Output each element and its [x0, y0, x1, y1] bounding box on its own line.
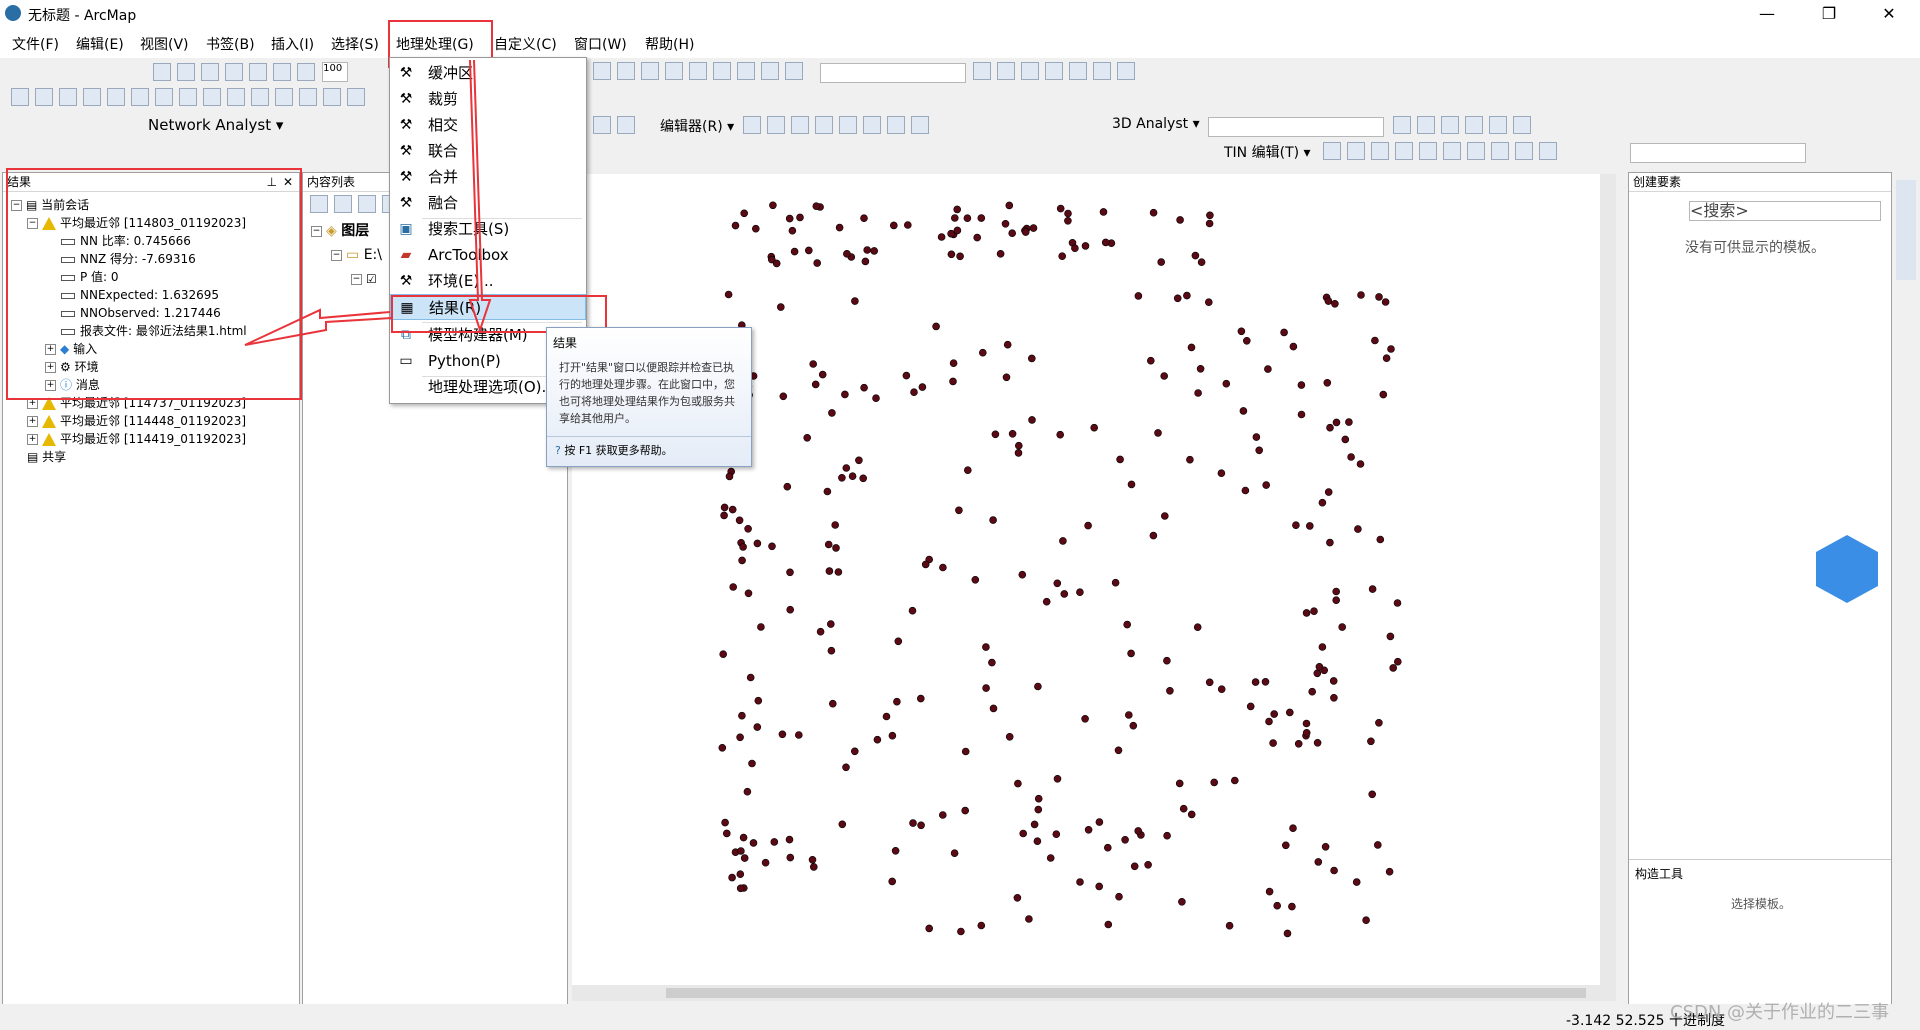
annotation-arrow-left [244, 308, 393, 346]
status-bar: -3.142 52.525 十进制度 CSDN @关于作业的二三事 [0, 1002, 1920, 1030]
annotation-arrow-down [468, 59, 492, 334]
annotation-arrows [244, 59, 492, 346]
watermark: CSDN @关于作业的二三事 [1670, 1002, 1890, 1023]
